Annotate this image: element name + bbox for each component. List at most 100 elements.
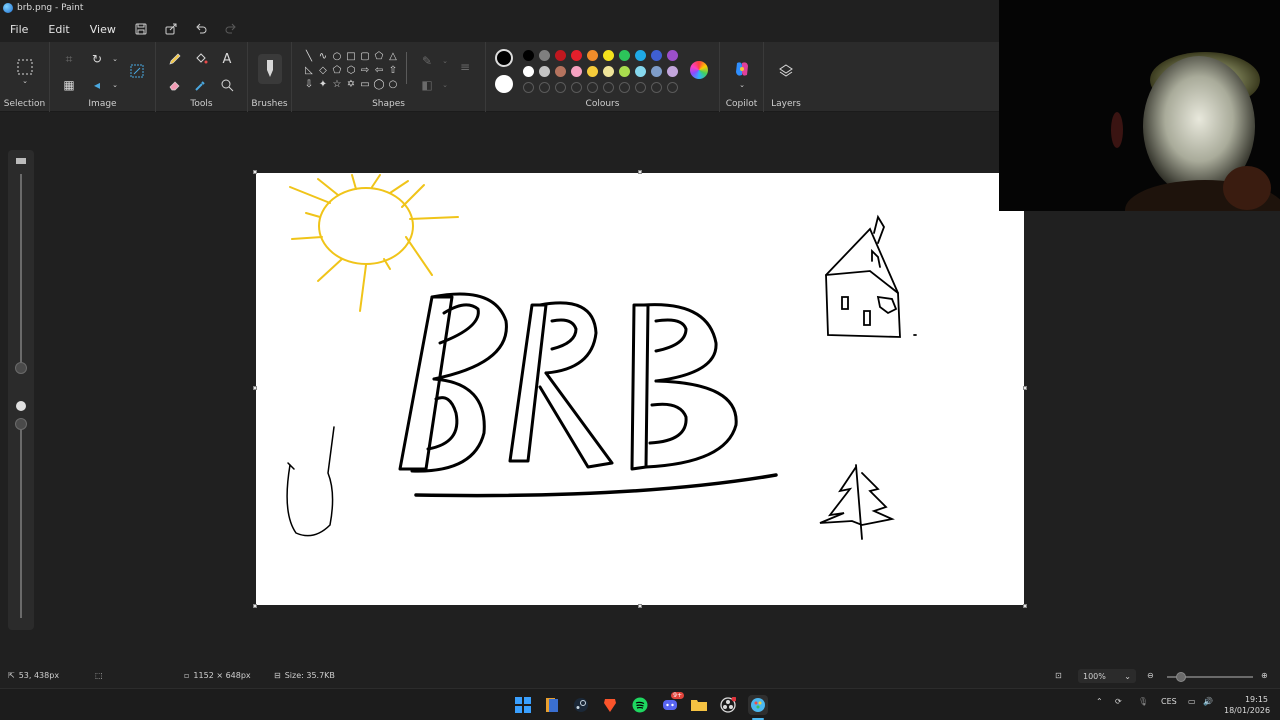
rotate-dropdown-icon[interactable]: ⌄ bbox=[104, 48, 126, 70]
cloud-callout-shape-icon[interactable]: ○ bbox=[386, 77, 400, 91]
flip-dropdown-icon[interactable]: ⌄ bbox=[104, 74, 126, 96]
color-swatch[interactable] bbox=[571, 66, 582, 77]
oval-callout-shape-icon[interactable]: ◯ bbox=[372, 77, 386, 91]
primary-color-swatch[interactable] bbox=[495, 49, 513, 67]
zoom-out-icon[interactable]: ⊖ bbox=[1147, 671, 1154, 680]
layers-icon[interactable] bbox=[775, 60, 797, 82]
select-rectangle-icon[interactable] bbox=[14, 56, 36, 78]
curve-shape-icon[interactable]: ∿ bbox=[316, 49, 330, 63]
color-swatch[interactable] bbox=[523, 50, 534, 61]
color-swatch[interactable] bbox=[667, 66, 678, 77]
brave-browser-icon[interactable] bbox=[600, 695, 620, 715]
custom-color-slot[interactable] bbox=[523, 82, 534, 93]
undo-icon[interactable] bbox=[186, 16, 216, 42]
polygon-shape-icon[interactable]: ⬠ bbox=[372, 49, 386, 63]
opacity-slider-track[interactable] bbox=[20, 422, 22, 618]
color-swatch[interactable] bbox=[523, 66, 534, 77]
tray-overflow-icon[interactable]: ⌃ bbox=[1096, 697, 1103, 706]
custom-color-slot[interactable] bbox=[555, 82, 566, 93]
color-swatch[interactable] bbox=[587, 50, 598, 61]
remove-background-icon[interactable]: ▦ bbox=[58, 74, 80, 96]
windows-start-icon[interactable] bbox=[513, 695, 533, 715]
copilot-dropdown-icon[interactable]: ⌄ bbox=[731, 74, 753, 96]
resize-handle-left[interactable] bbox=[253, 386, 257, 390]
tray-sync-icon[interactable]: ⟳ bbox=[1115, 697, 1122, 706]
discord-icon[interactable]: 9+ bbox=[660, 692, 684, 715]
steam-icon[interactable] bbox=[571, 695, 591, 715]
color-swatch[interactable] bbox=[667, 50, 678, 61]
triangle-shape-icon[interactable]: △ bbox=[386, 49, 400, 63]
pencil-icon[interactable] bbox=[164, 48, 186, 70]
language-indicator[interactable]: CES bbox=[1161, 697, 1177, 706]
zoom-dropdown[interactable]: 100% ⌄ bbox=[1078, 669, 1136, 683]
rectangle-shape-icon[interactable]: □ bbox=[344, 49, 358, 63]
custom-color-slot[interactable] bbox=[539, 82, 550, 93]
zoom-in-icon[interactable]: ⊕ bbox=[1261, 671, 1268, 680]
menu-file[interactable]: File bbox=[0, 16, 38, 42]
right-triangle-shape-icon[interactable]: ◺ bbox=[302, 63, 316, 77]
rounded-rectangle-shape-icon[interactable]: ▢ bbox=[358, 49, 372, 63]
custom-color-slot[interactable] bbox=[619, 82, 630, 93]
fill-icon[interactable] bbox=[190, 48, 212, 70]
resize-handle-bottom-right[interactable] bbox=[1023, 604, 1027, 608]
custom-color-slot[interactable] bbox=[667, 82, 678, 93]
brush-icon[interactable] bbox=[258, 54, 282, 84]
size-icon[interactable]: ≡ bbox=[454, 56, 476, 78]
resize-handle-top[interactable] bbox=[638, 170, 642, 174]
rounded-callout-shape-icon[interactable]: ▭ bbox=[358, 77, 372, 91]
eraser-icon[interactable] bbox=[164, 74, 186, 96]
clock[interactable]: 19:15 18/01/2026 bbox=[1224, 694, 1270, 716]
resize-handle-bottom[interactable] bbox=[638, 604, 642, 608]
four-point-star-shape-icon[interactable]: ✦ bbox=[316, 77, 330, 91]
fit-to-window-icon[interactable]: ⊡ bbox=[1055, 671, 1062, 680]
resize-icon[interactable] bbox=[126, 60, 148, 82]
five-point-star-shape-icon[interactable]: ☆ bbox=[330, 77, 344, 91]
menu-edit[interactable]: Edit bbox=[38, 16, 79, 42]
drawing-canvas[interactable] bbox=[256, 173, 1024, 605]
file-explorer-icon[interactable] bbox=[689, 695, 709, 715]
custom-color-slot[interactable] bbox=[651, 82, 662, 93]
resize-handle-bottom-left[interactable] bbox=[253, 604, 257, 608]
custom-color-slot[interactable] bbox=[587, 82, 598, 93]
share-icon[interactable] bbox=[156, 16, 186, 42]
color-swatch[interactable] bbox=[619, 66, 630, 77]
left-arrow-shape-icon[interactable]: ⇦ bbox=[372, 63, 386, 77]
color-swatch[interactable] bbox=[587, 66, 598, 77]
color-swatch[interactable] bbox=[603, 66, 614, 77]
selection-dropdown-icon[interactable]: ⌄ bbox=[14, 76, 36, 86]
color-swatch[interactable] bbox=[539, 50, 550, 61]
color-swatch[interactable] bbox=[539, 66, 550, 77]
zoom-slider-thumb[interactable] bbox=[1176, 672, 1186, 682]
fill-shape-dropdown-icon[interactable]: ⌄ bbox=[434, 74, 456, 96]
book-app-icon[interactable] bbox=[542, 695, 562, 715]
diamond-shape-icon[interactable]: ◇ bbox=[316, 63, 330, 77]
redo-icon[interactable] bbox=[216, 16, 246, 42]
six-point-star-shape-icon[interactable]: ✡ bbox=[344, 77, 358, 91]
magnifier-icon[interactable] bbox=[216, 74, 238, 96]
menu-view[interactable]: View bbox=[80, 16, 126, 42]
right-arrow-shape-icon[interactable]: ⇨ bbox=[358, 63, 372, 77]
microphone-icon[interactable]: 🎙 bbox=[1138, 697, 1148, 706]
size-slider-track[interactable] bbox=[20, 174, 22, 372]
color-swatch[interactable] bbox=[619, 50, 630, 61]
size-slider-thumb[interactable] bbox=[15, 362, 27, 374]
outline-dropdown-icon[interactable]: ⌄ bbox=[434, 50, 456, 72]
shapes-scrollbar[interactable] bbox=[406, 52, 407, 84]
oval-shape-icon[interactable]: ○ bbox=[330, 49, 344, 63]
color-swatch[interactable] bbox=[651, 66, 662, 77]
obs-studio-icon[interactable] bbox=[718, 695, 738, 715]
custom-color-slot[interactable] bbox=[635, 82, 646, 93]
down-arrow-shape-icon[interactable]: ⇩ bbox=[302, 77, 316, 91]
line-shape-icon[interactable]: ╲ bbox=[302, 49, 316, 63]
color-swatch[interactable] bbox=[555, 66, 566, 77]
color-picker-icon[interactable] bbox=[190, 74, 212, 96]
color-swatch[interactable] bbox=[635, 66, 646, 77]
text-icon[interactable]: A bbox=[216, 48, 238, 70]
custom-color-slot[interactable] bbox=[571, 82, 582, 93]
save-icon[interactable] bbox=[126, 16, 156, 42]
resize-handle-top-left[interactable] bbox=[253, 170, 257, 174]
color-swatch[interactable] bbox=[651, 50, 662, 61]
color-swatch[interactable] bbox=[635, 50, 646, 61]
color-swatch[interactable] bbox=[555, 50, 566, 61]
up-arrow-shape-icon[interactable]: ⇧ bbox=[386, 63, 400, 77]
